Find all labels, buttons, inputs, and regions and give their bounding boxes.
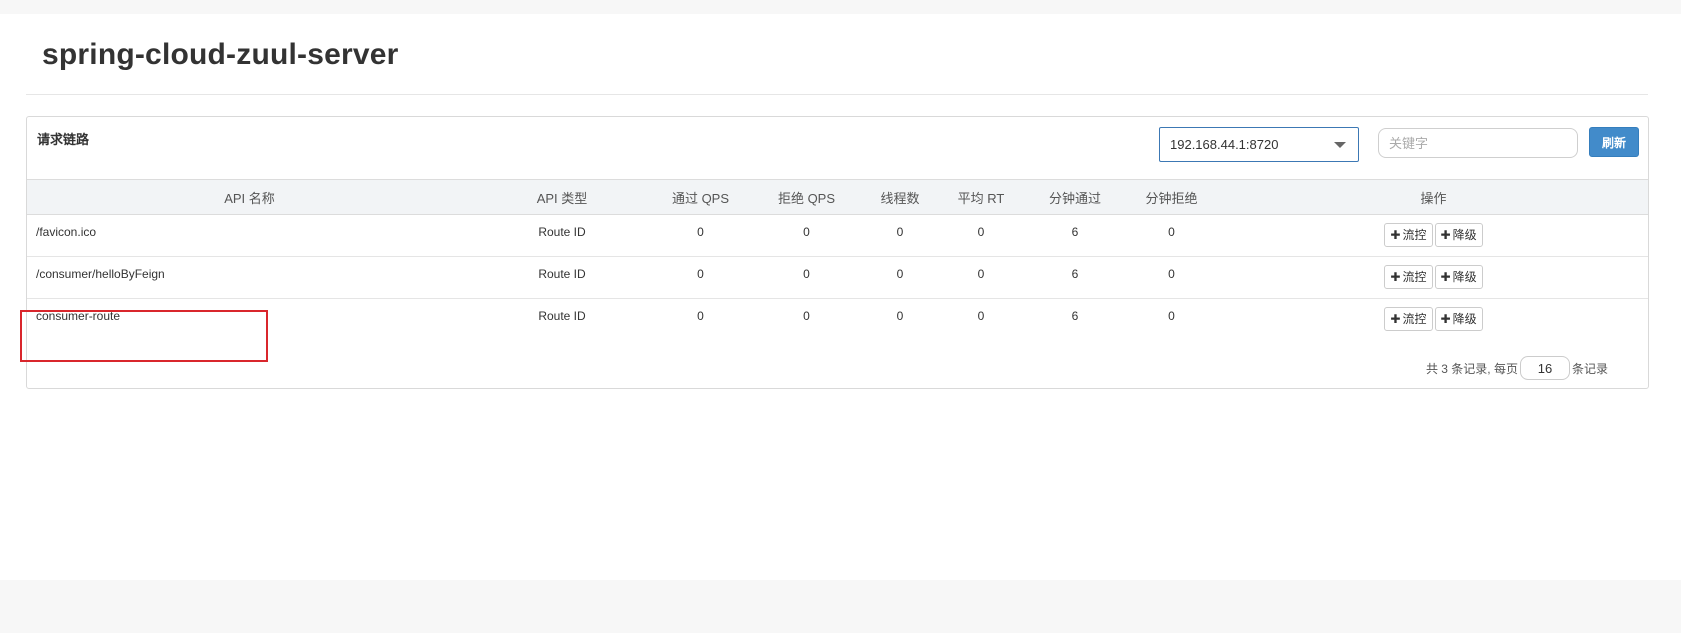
plus-icon: ✚ bbox=[1390, 312, 1401, 326]
minute-pass-cell: 6 bbox=[1071, 309, 1079, 323]
column-header-block-qps: 拒绝 QPS bbox=[749, 179, 864, 215]
column-header-actions: 操作 bbox=[1219, 179, 1648, 215]
degrade-label: 降级 bbox=[1452, 312, 1477, 326]
pass-qps-cell: 0 bbox=[652, 256, 749, 299]
caret-down-icon bbox=[1334, 142, 1346, 148]
block-qps-cell: 0 bbox=[749, 214, 864, 257]
actions-cell: ✚ 流控 ✚ 降级 bbox=[1219, 214, 1648, 257]
machine-select[interactable]: 192.168.44.1:8720 bbox=[1159, 127, 1359, 162]
minute-pass-cell: 6 bbox=[1026, 214, 1124, 257]
minute-block-cell: 0 bbox=[1168, 309, 1175, 323]
avg-rt-cell: 0 bbox=[936, 256, 1026, 299]
add-flow-rule-button[interactable]: ✚ 流控 bbox=[1384, 265, 1433, 289]
plus-icon: ✚ bbox=[1440, 312, 1451, 326]
api-type-cell: Route ID bbox=[472, 214, 652, 257]
add-flow-rule-button[interactable]: ✚ 流控 bbox=[1384, 223, 1433, 247]
column-header-avg-rt: 平均 RT bbox=[936, 179, 1026, 215]
minute-pass-cell: 6 bbox=[1026, 256, 1124, 299]
plus-icon: ✚ bbox=[1390, 228, 1401, 242]
pager-prefix: 共 3 条记录, 每页 bbox=[1425, 361, 1518, 376]
actions-cell: ✚ 流控 ✚ 降级 bbox=[1219, 256, 1648, 299]
column-header-threads: 线程数 bbox=[864, 179, 936, 215]
actions-cell: ✚ 流控 ✚ 降级 bbox=[1219, 299, 1648, 341]
page-size-input[interactable] bbox=[1519, 356, 1570, 380]
table-row: /consumer/helloByFeign Route ID 0 0 0 0 … bbox=[27, 256, 1648, 299]
api-table: API 名称 API 类型 通过 QPS 拒绝 QPS 线程数 平均 RT 分钟… bbox=[27, 179, 1648, 341]
plus-icon: ✚ bbox=[1440, 270, 1451, 284]
api-name-cell: /consumer/helloByFeign bbox=[27, 256, 472, 299]
column-header-pass-qps: 通过 QPS bbox=[652, 179, 749, 215]
column-header-minute-block: 分钟拒绝 bbox=[1124, 179, 1219, 215]
api-name-cell: /favicon.ico bbox=[27, 214, 472, 257]
threads-cell: 0 bbox=[896, 309, 904, 323]
page-container: spring-cloud-zuul-server 请求链路 192.168.44… bbox=[0, 14, 1681, 580]
minute-block-cell: 0 bbox=[1124, 256, 1219, 299]
column-header-minute-pass: 分钟通过 bbox=[1026, 179, 1124, 215]
pass-qps-cell: 0 bbox=[652, 214, 749, 257]
pass-qps-cell: 0 bbox=[697, 309, 704, 323]
minute-block-cell: 0 bbox=[1124, 214, 1219, 257]
panel-heading: 请求链路 bbox=[37, 132, 90, 147]
search-input[interactable] bbox=[1378, 128, 1578, 158]
add-degrade-rule-button[interactable]: ✚ 降级 bbox=[1434, 307, 1483, 331]
table-header-row: API 名称 API 类型 通过 QPS 拒绝 QPS 线程数 平均 RT 分钟… bbox=[27, 179, 1648, 215]
add-flow-rule-button[interactable]: ✚ 流控 bbox=[1384, 307, 1433, 331]
column-header-api-type: API 类型 bbox=[472, 179, 652, 215]
api-type-cell: Route ID bbox=[472, 256, 652, 299]
block-qps-cell: 0 bbox=[749, 256, 864, 299]
column-header-api-name: API 名称 bbox=[27, 179, 472, 215]
degrade-label: 降级 bbox=[1452, 228, 1477, 242]
page-title: spring-cloud-zuul-server bbox=[42, 38, 399, 71]
machine-select-value: 192.168.44.1:8720 bbox=[1170, 137, 1279, 152]
table-row: consumer-route Route ID 0 0 0 0 6 0 ✚ 流控 ✚… bbox=[27, 299, 1648, 341]
block-qps-cell: 0 bbox=[803, 309, 810, 323]
threads-cell: 0 bbox=[864, 214, 936, 257]
title-divider bbox=[26, 94, 1648, 95]
threads-cell: 0 bbox=[864, 256, 936, 299]
api-type-cell: Route ID bbox=[538, 309, 586, 323]
avg-rt-cell: 0 bbox=[936, 214, 1026, 257]
pagination-info: 共 3 条记录, 每页 条记录 bbox=[1426, 356, 1608, 380]
avg-rt-cell: 0 bbox=[977, 309, 985, 323]
api-name-cell: consumer-route bbox=[36, 309, 121, 323]
request-chain-panel: 请求链路 192.168.44.1:8720 刷新 API 名称 API 类型 … bbox=[26, 116, 1649, 389]
plus-icon: ✚ bbox=[1390, 270, 1401, 284]
refresh-button[interactable]: 刷新 bbox=[1589, 127, 1639, 157]
pager-suffix: 条记录 bbox=[1571, 361, 1608, 376]
add-degrade-rule-button[interactable]: ✚ 降级 bbox=[1434, 265, 1483, 289]
flow-label: 流控 bbox=[1402, 312, 1427, 326]
flow-label: 流控 bbox=[1402, 228, 1427, 242]
table-row: /favicon.ico Route ID 0 0 0 0 6 0 ✚ 流控 ✚ 降级 bbox=[27, 214, 1648, 257]
plus-icon: ✚ bbox=[1440, 228, 1451, 242]
flow-label: 流控 bbox=[1402, 270, 1427, 284]
degrade-label: 降级 bbox=[1452, 270, 1477, 284]
add-degrade-rule-button[interactable]: ✚ 降级 bbox=[1434, 223, 1483, 247]
